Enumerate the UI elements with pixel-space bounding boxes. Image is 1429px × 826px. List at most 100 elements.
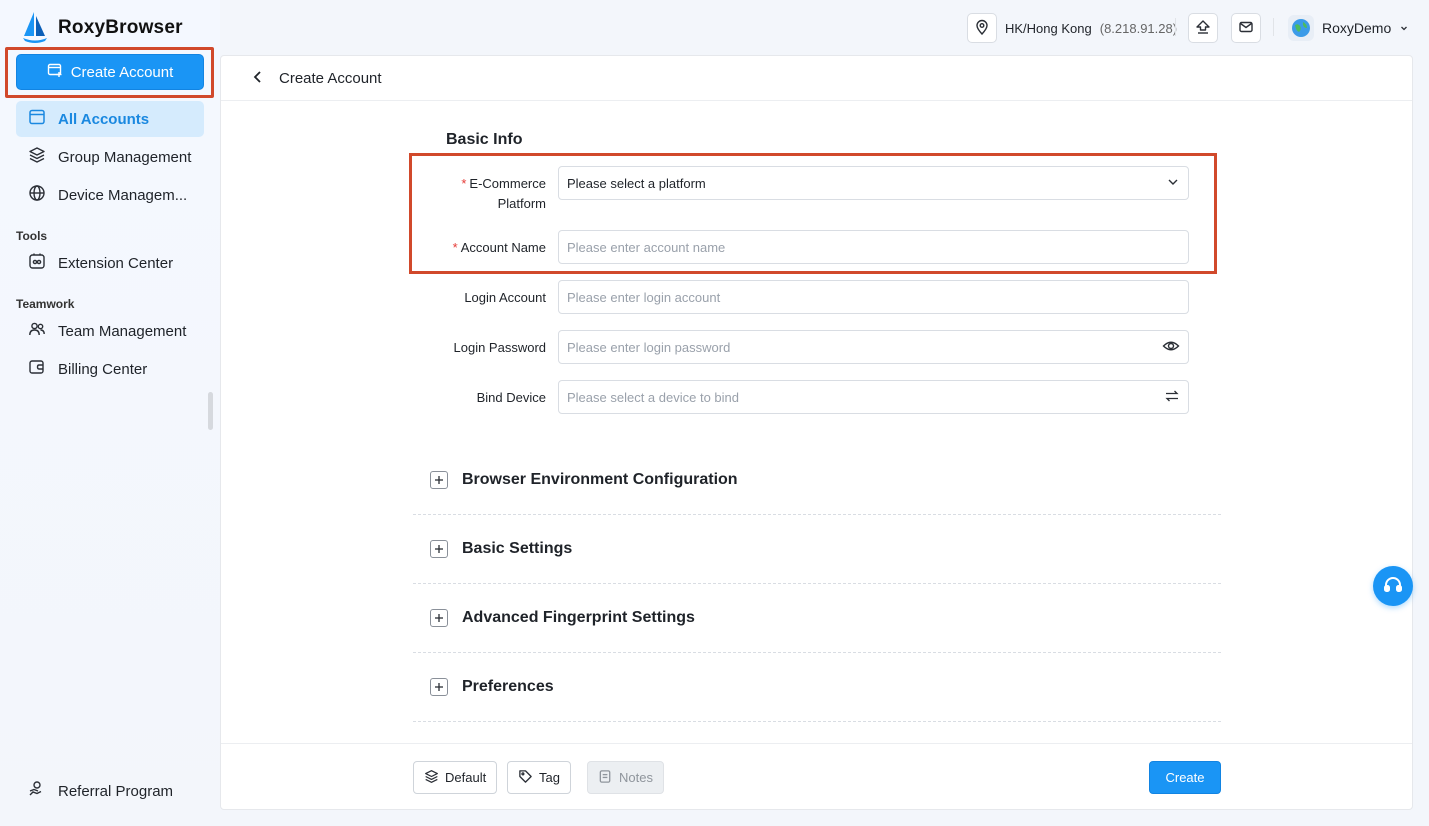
account-name-placeholder: Please enter account name — [567, 239, 726, 255]
avatar — [1288, 15, 1314, 41]
notes-button[interactable]: Notes — [587, 761, 664, 794]
sidebar-item-label: All Accounts — [58, 110, 150, 128]
basic-info-title: Basic Info — [446, 131, 523, 148]
notes-label: Notes — [619, 770, 653, 785]
platform-label: * E-Commerce Platform — [436, 174, 546, 214]
user-menu[interactable]: RoxyDemo — [1288, 13, 1409, 43]
sidebar-item-billing-center[interactable]: Billing Center — [16, 351, 204, 387]
mail-icon — [1238, 19, 1254, 38]
sidebar-item-extension-center[interactable]: Extension Center — [16, 245, 204, 281]
brand-title: RoxyBrowser — [58, 17, 183, 38]
section-basic-settings[interactable]: Basic Settings — [413, 515, 1221, 584]
platform-select-value: Please select a platform — [567, 175, 706, 191]
extension-icon — [28, 252, 46, 274]
globe-icon — [28, 184, 46, 206]
teamwork-heading: Teamwork — [16, 297, 75, 311]
section-advanced-fingerprint[interactable]: Advanced Fingerprint Settings — [413, 584, 1221, 653]
roxybrowser-logo-icon — [20, 10, 50, 47]
tools-heading: Tools — [16, 229, 48, 243]
plus-icon — [430, 471, 448, 489]
create-button[interactable]: Create — [1149, 761, 1221, 794]
brand[interactable]: RoxyBrowser — [20, 11, 183, 45]
location-pin-button[interactable] — [967, 13, 997, 43]
layers-icon — [28, 146, 46, 168]
bind-device-select[interactable]: Please select a device to bind — [558, 380, 1189, 414]
section-title: Basic Settings — [462, 540, 573, 557]
divider — [1175, 18, 1176, 36]
wallet-icon — [28, 358, 46, 380]
login-account-placeholder: Please enter login account — [567, 289, 721, 305]
account-name-label-text: Account Name — [460, 240, 546, 255]
sidebar-item-referral-program[interactable]: Referral Program — [16, 773, 204, 809]
ip-text: (8.218.91.28) — [1099, 20, 1178, 36]
account-name-input[interactable]: Please enter account name — [558, 230, 1189, 264]
login-account-input[interactable]: Please enter login account — [558, 280, 1189, 314]
user-name: RoxyDemo — [1322, 20, 1392, 36]
sidebar-item-all-accounts[interactable]: All Accounts — [16, 101, 204, 137]
create-account-button[interactable]: Create Account — [16, 54, 204, 90]
section-title: Advanced Fingerprint Settings — [462, 609, 695, 626]
platform-select[interactable]: Please select a platform — [558, 166, 1189, 200]
required-mark: * — [452, 240, 458, 255]
team-icon — [28, 320, 46, 342]
platform-label-line2: Platform — [497, 196, 546, 211]
sidebar-scrollbar[interactable] — [208, 392, 213, 430]
plus-icon — [430, 540, 448, 558]
tag-icon — [518, 769, 533, 787]
section-browser-environment[interactable]: Browser Environment Configuration — [413, 446, 1221, 515]
divider — [1273, 18, 1274, 36]
sidebar-item-device-management[interactable]: Device Managem... — [16, 177, 204, 213]
sidebar-item-team-management[interactable]: Team Management — [16, 313, 204, 349]
add-window-icon — [47, 62, 63, 82]
create-account-panel: Create Account Basic Info * E-Commerce Pl… — [220, 55, 1413, 810]
upload-icon — [1195, 19, 1211, 38]
section-title: Preferences — [462, 678, 554, 695]
location-text: HK/Hong Kong — [1005, 20, 1092, 36]
sidebar-item-label: Device Managem... — [58, 186, 188, 204]
create-account-label: Create Account — [70, 63, 174, 81]
login-password-label: Login Password — [453, 340, 547, 355]
default-button[interactable]: Default — [413, 761, 498, 794]
sidebar-item-label: Team Management — [58, 322, 187, 340]
accounts-icon — [28, 108, 46, 130]
bind-device-placeholder: Please select a device to bind — [567, 389, 739, 405]
login-password-placeholder: Please enter login password — [567, 339, 731, 355]
platform-label-line1: E-Commerce — [469, 176, 546, 191]
chevron-left-icon — [251, 70, 265, 87]
required-mark: * — [461, 176, 467, 191]
tag-button[interactable]: Tag — [507, 761, 571, 794]
swap-icon — [1164, 388, 1180, 407]
location-pin-icon — [974, 19, 990, 38]
default-label: Default — [445, 770, 487, 785]
login-account-label: Login Account — [464, 290, 546, 305]
sidebar-item-label: Referral Program — [58, 782, 174, 800]
chevron-down-icon — [1166, 175, 1180, 192]
upload-button[interactable] — [1188, 13, 1218, 43]
eye-icon[interactable] — [1162, 337, 1180, 358]
support-button[interactable] — [1373, 566, 1413, 606]
tag-label: Tag — [539, 770, 560, 785]
sidebar-item-label: Extension Center — [58, 254, 174, 272]
back-button[interactable] — [251, 70, 265, 87]
plus-icon — [430, 609, 448, 627]
notes-icon — [598, 769, 613, 787]
sidebar-item-label: Billing Center — [58, 360, 148, 378]
bind-device-label: Bind Device — [476, 390, 546, 405]
messages-button[interactable] — [1231, 13, 1261, 43]
headset-icon — [1382, 574, 1404, 599]
page-title: Create Account — [279, 69, 382, 87]
form-footer: Default Tag Notes Create — [221, 743, 1412, 810]
sidebar-item-group-management[interactable]: Group Management — [16, 139, 204, 175]
sidebar-item-label: Group Management — [58, 148, 192, 166]
layers-icon — [424, 769, 439, 787]
section-preferences[interactable]: Preferences — [413, 653, 1221, 722]
panel-header: Create Account — [221, 56, 1412, 101]
login-password-input[interactable]: Please enter login password — [558, 330, 1189, 364]
create-account-highlight: Create Account — [5, 47, 214, 98]
account-name-label: * Account Name — [436, 238, 546, 258]
sidebar: RoxyBrowser Create Account All Accounts — [0, 0, 220, 826]
chevron-down-icon — [1399, 20, 1409, 36]
proxy-location[interactable]: HK/Hong Kong (8.218.91.28) — [967, 12, 1177, 44]
referral-icon — [28, 780, 46, 802]
plus-icon — [430, 678, 448, 696]
